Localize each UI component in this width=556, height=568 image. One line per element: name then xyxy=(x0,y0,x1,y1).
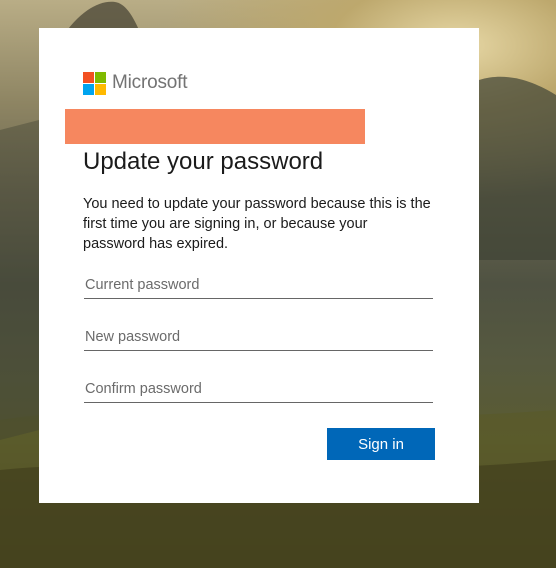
logo-square-yellow xyxy=(95,83,106,95)
logo-square-blue xyxy=(83,83,94,95)
confirm-password-input[interactable] xyxy=(84,375,433,403)
microsoft-logo: Microsoft xyxy=(83,71,187,95)
microsoft-logo-icon xyxy=(83,71,106,95)
redacted-account-banner xyxy=(65,109,365,144)
current-password-input[interactable] xyxy=(84,271,433,299)
signin-card: Microsoft Update your password You need … xyxy=(39,28,479,503)
new-password-input[interactable] xyxy=(84,323,433,351)
page-title: Update your password xyxy=(83,148,324,175)
page-description: You need to update your password because… xyxy=(83,196,431,252)
logo-square-red xyxy=(83,71,94,83)
brand-name: Microsoft xyxy=(112,72,188,93)
logo-square-green xyxy=(95,71,106,83)
sign-in-button[interactable]: Sign in xyxy=(327,428,435,460)
